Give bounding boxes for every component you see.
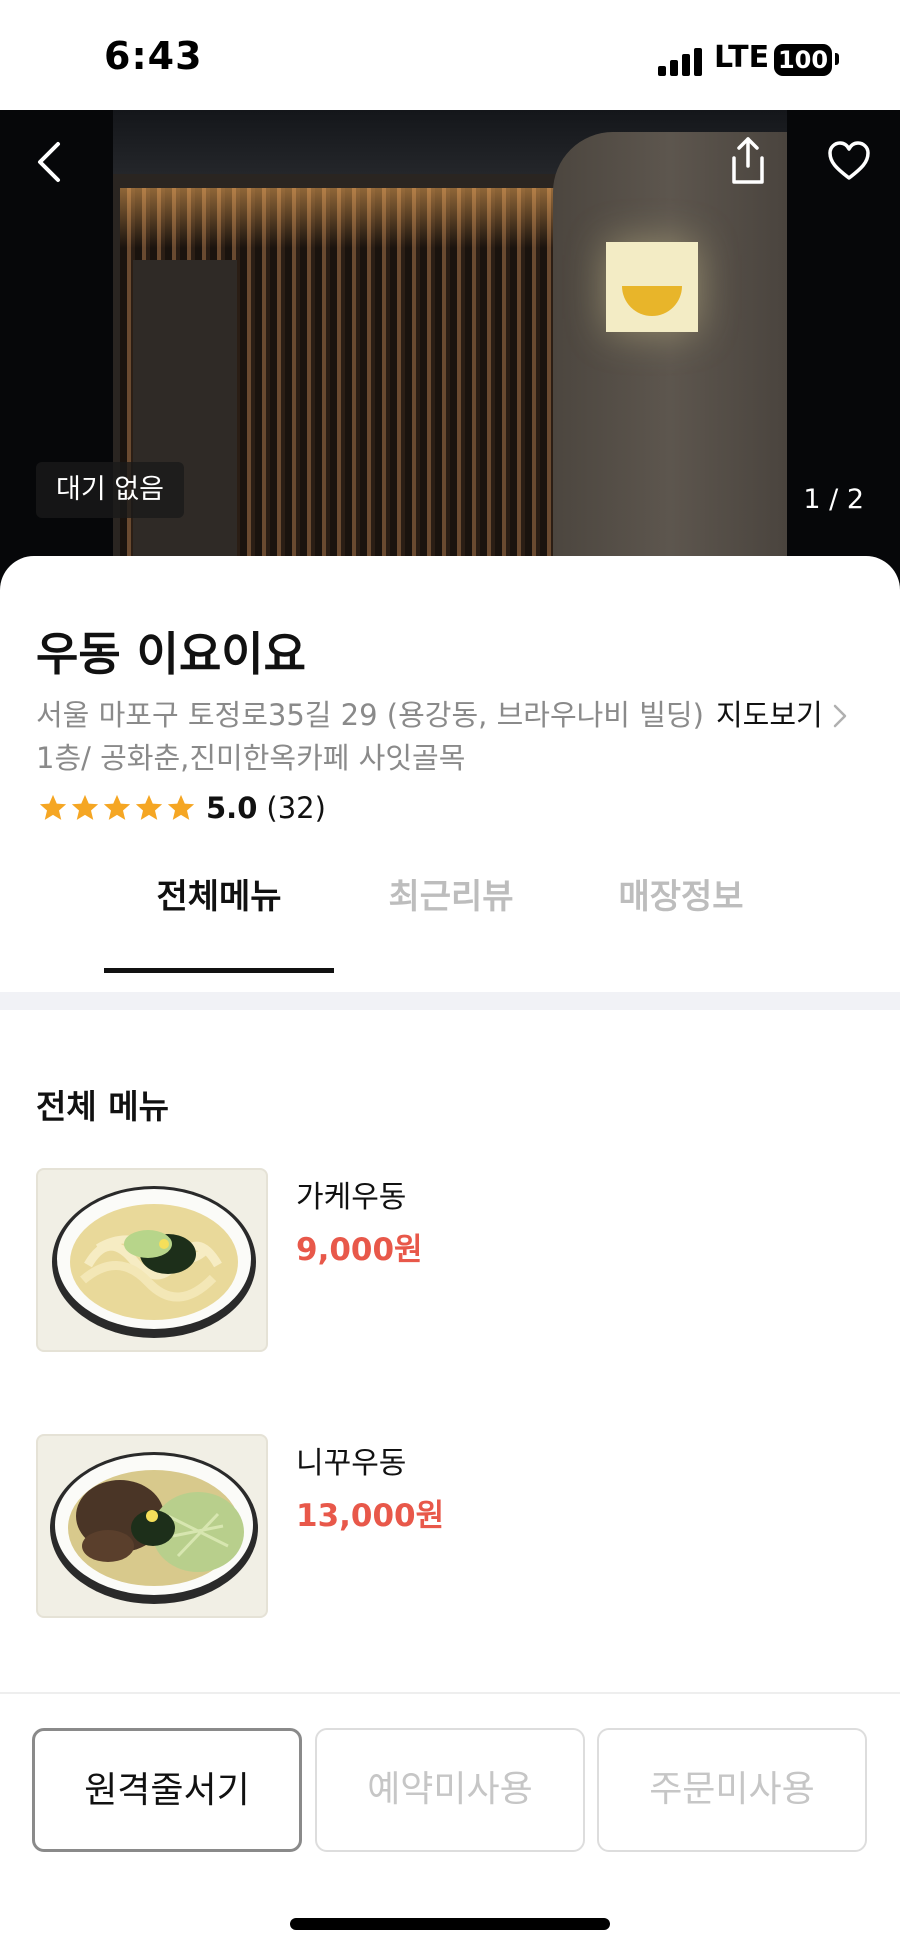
menu-item-image bbox=[36, 1168, 268, 1352]
back-button[interactable] bbox=[28, 140, 72, 184]
map-link[interactable]: 지도보기 bbox=[716, 694, 849, 737]
bowl-icon bbox=[622, 286, 682, 316]
favorite-button[interactable] bbox=[826, 138, 872, 184]
back-arrow-icon bbox=[38, 142, 60, 182]
star-icon bbox=[71, 794, 99, 820]
reservation-disabled-button[interactable]: 예약미사용 bbox=[315, 1728, 585, 1852]
rating-row: 5.0 (32) bbox=[38, 788, 326, 828]
share-icon bbox=[732, 137, 764, 184]
menu-item-name: 가케우동 bbox=[296, 1180, 407, 1215]
map-link-label: 지도보기 bbox=[716, 698, 823, 732]
menu-item-price: 13,000원 bbox=[296, 1498, 445, 1534]
bottom-divider bbox=[0, 1692, 900, 1694]
menu-heading: 전체 메뉴 bbox=[36, 1087, 169, 1126]
tab-all-menu[interactable]: 전체메뉴 bbox=[104, 842, 334, 972]
menu-item-image bbox=[36, 1434, 268, 1618]
store-photo[interactable]: 대기 없음 1 / 2 bbox=[0, 110, 900, 590]
light-glow bbox=[120, 188, 560, 248]
store-address: 서울 마포구 토정로35길 29 (용강동, 브라우나비 빌딩) 1층/ 공화춘… bbox=[36, 698, 704, 775]
star-icon bbox=[39, 794, 67, 820]
active-tab-indicator bbox=[104, 968, 334, 973]
signal-icon bbox=[658, 46, 704, 76]
tab-store-info[interactable]: 매장정보 bbox=[566, 842, 796, 972]
network-label: LTE bbox=[714, 40, 770, 75]
star-icon bbox=[135, 794, 163, 820]
menu-item-price: 9,000원 bbox=[296, 1232, 423, 1268]
tab-recent-reviews[interactable]: 최근리뷰 bbox=[336, 842, 566, 972]
niku-udon-photo bbox=[50, 1452, 258, 1604]
battery-tip bbox=[835, 53, 839, 65]
rating-score: 5.0 bbox=[206, 791, 258, 825]
tab-bar: 전체메뉴 최근리뷰 매장정보 bbox=[0, 842, 900, 973]
home-indicator bbox=[290, 1918, 610, 1930]
chevron-right-icon bbox=[833, 704, 846, 727]
bowl-sign-logo bbox=[606, 242, 698, 332]
remote-queue-button[interactable]: 원격줄서기 bbox=[32, 1728, 302, 1852]
battery-icon: 100 bbox=[774, 44, 832, 76]
status-time: 6:43 bbox=[104, 34, 203, 78]
heart-icon bbox=[828, 141, 870, 180]
star-icon bbox=[167, 794, 195, 820]
photo-counter: 1 / 2 bbox=[803, 484, 864, 515]
kake-udon-photo bbox=[52, 1186, 256, 1338]
menu-item-name: 니꾸우동 bbox=[296, 1446, 407, 1481]
store-name: 우동 이요이요 bbox=[36, 627, 306, 681]
door-panel bbox=[133, 260, 237, 590]
share-button[interactable] bbox=[726, 136, 770, 186]
status-bar: 6:43 LTE 100 bbox=[0, 0, 900, 110]
concrete-pillar bbox=[553, 132, 787, 590]
star-icon bbox=[103, 794, 131, 820]
menu-item[interactable]: 니꾸우동 13,000원 bbox=[36, 1434, 866, 1620]
order-disabled-button[interactable]: 주문미사용 bbox=[597, 1728, 867, 1852]
wait-status-badge: 대기 없음 bbox=[36, 462, 184, 518]
menu-item[interactable]: 가케우동 9,000원 bbox=[36, 1168, 866, 1354]
review-count[interactable]: (32) bbox=[266, 791, 326, 825]
section-divider bbox=[0, 992, 900, 1010]
